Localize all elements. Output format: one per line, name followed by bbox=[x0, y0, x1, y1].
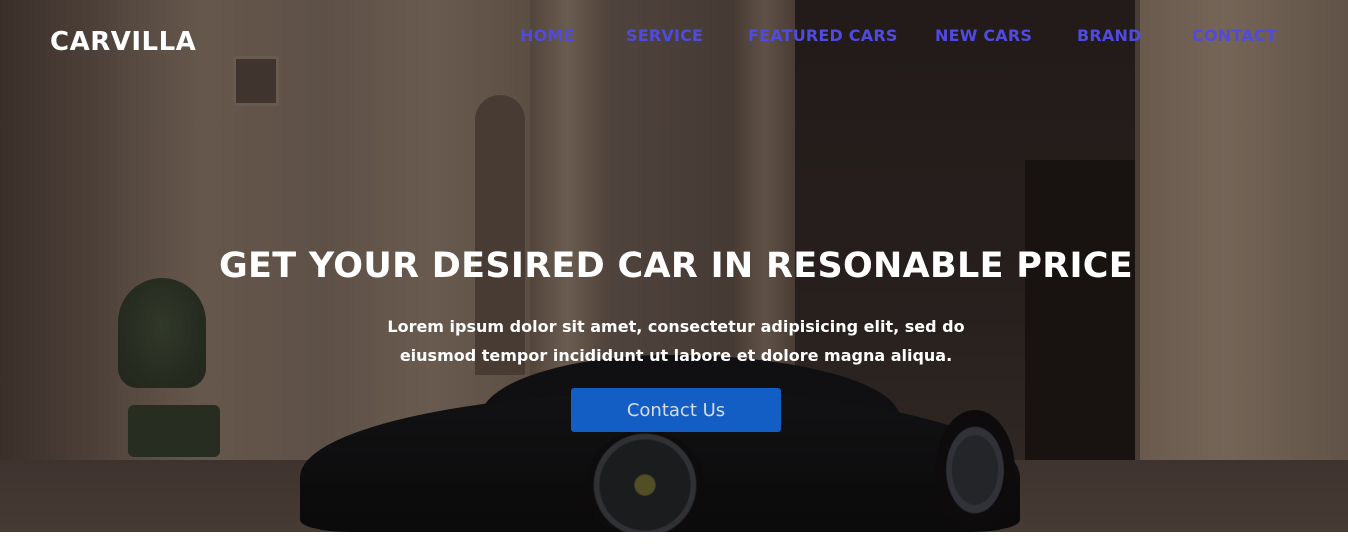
nav-link-contact[interactable]: CONTACT bbox=[1192, 26, 1277, 45]
main-nav: HOME SERVICE FEATURED CARS NEW CARS BRAN… bbox=[0, 26, 1348, 50]
content-panel-edge bbox=[15, 532, 1348, 560]
nav-link-service[interactable]: SERVICE bbox=[626, 26, 703, 45]
nav-link-brand[interactable]: BRAND bbox=[1077, 26, 1142, 45]
hero-headline: GET YOUR DESIRED CAR IN RESONABLE PRICE bbox=[219, 246, 1133, 286]
nav-link-home[interactable]: HOME bbox=[520, 26, 575, 45]
contact-us-button[interactable]: Contact Us bbox=[571, 388, 781, 432]
hero-section: CARVILLA HOME SERVICE FEATURED CARS NEW … bbox=[0, 0, 1348, 532]
nav-link-new-cars[interactable]: NEW CARS bbox=[935, 26, 1032, 45]
nav-link-featured-cars[interactable]: FEATURED CARS bbox=[748, 26, 898, 45]
hero-subtext: Lorem ipsum dolor sit amet, consectetur … bbox=[387, 317, 965, 365]
